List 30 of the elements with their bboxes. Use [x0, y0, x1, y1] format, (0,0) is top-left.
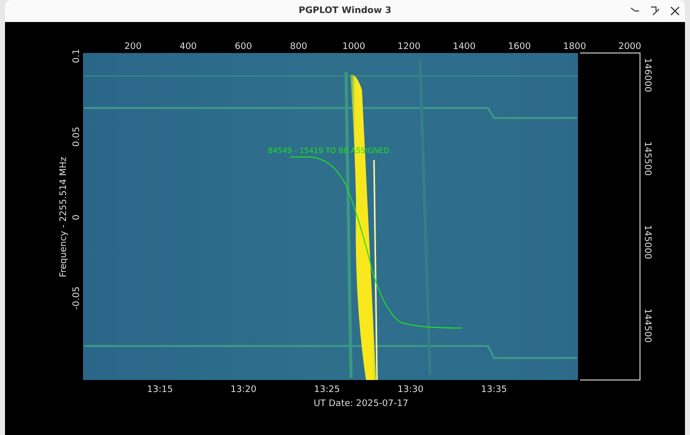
axis-tick-label: 600	[234, 42, 252, 52]
axis-tick-label: 800	[290, 42, 308, 52]
axis-tick-label: 2000	[618, 42, 642, 52]
axis-label: UT Date: 2025-07-17	[314, 399, 408, 409]
axis-tick-label: 0.1	[72, 48, 82, 64]
axis-tick-label: 145000	[642, 224, 652, 260]
axis-tick-label: 1000	[342, 42, 366, 52]
axis-tick-label: 0.05	[72, 126, 82, 147]
axis-tick-label: 13:20	[230, 385, 256, 395]
axis-tick-label: 146000	[642, 58, 652, 92]
axis-tick-label: 1600	[508, 42, 531, 52]
maximize-icon	[650, 6, 660, 16]
axis-tick-label: 400	[180, 42, 197, 52]
axis-label: Frequency - 2255.514 MHz	[59, 156, 69, 278]
maximize-button[interactable]	[649, 5, 661, 17]
axis-tick-label: 1800	[563, 42, 586, 52]
window-title: PGPLOT Window 3	[298, 6, 392, 16]
axis-tick-label: -0.05	[72, 286, 82, 310]
close-icon	[670, 6, 680, 16]
close-button[interactable]	[669, 5, 681, 17]
axis-tick-label: 13:15	[147, 385, 173, 395]
axis-tick-label: 1200	[398, 42, 420, 52]
axis-tick-label: 144500	[642, 308, 652, 343]
axis-tick-label: 200	[124, 42, 142, 52]
axis-tick-label: 13:35	[481, 385, 507, 395]
axis-tick-label: 13:30	[398, 385, 424, 395]
axis-tick-label: 145500	[642, 141, 652, 176]
axis-tick-label: 1400	[452, 42, 476, 52]
axis-tick-label: 0	[72, 214, 82, 220]
axis-tick-label: 13:25	[314, 385, 340, 395]
